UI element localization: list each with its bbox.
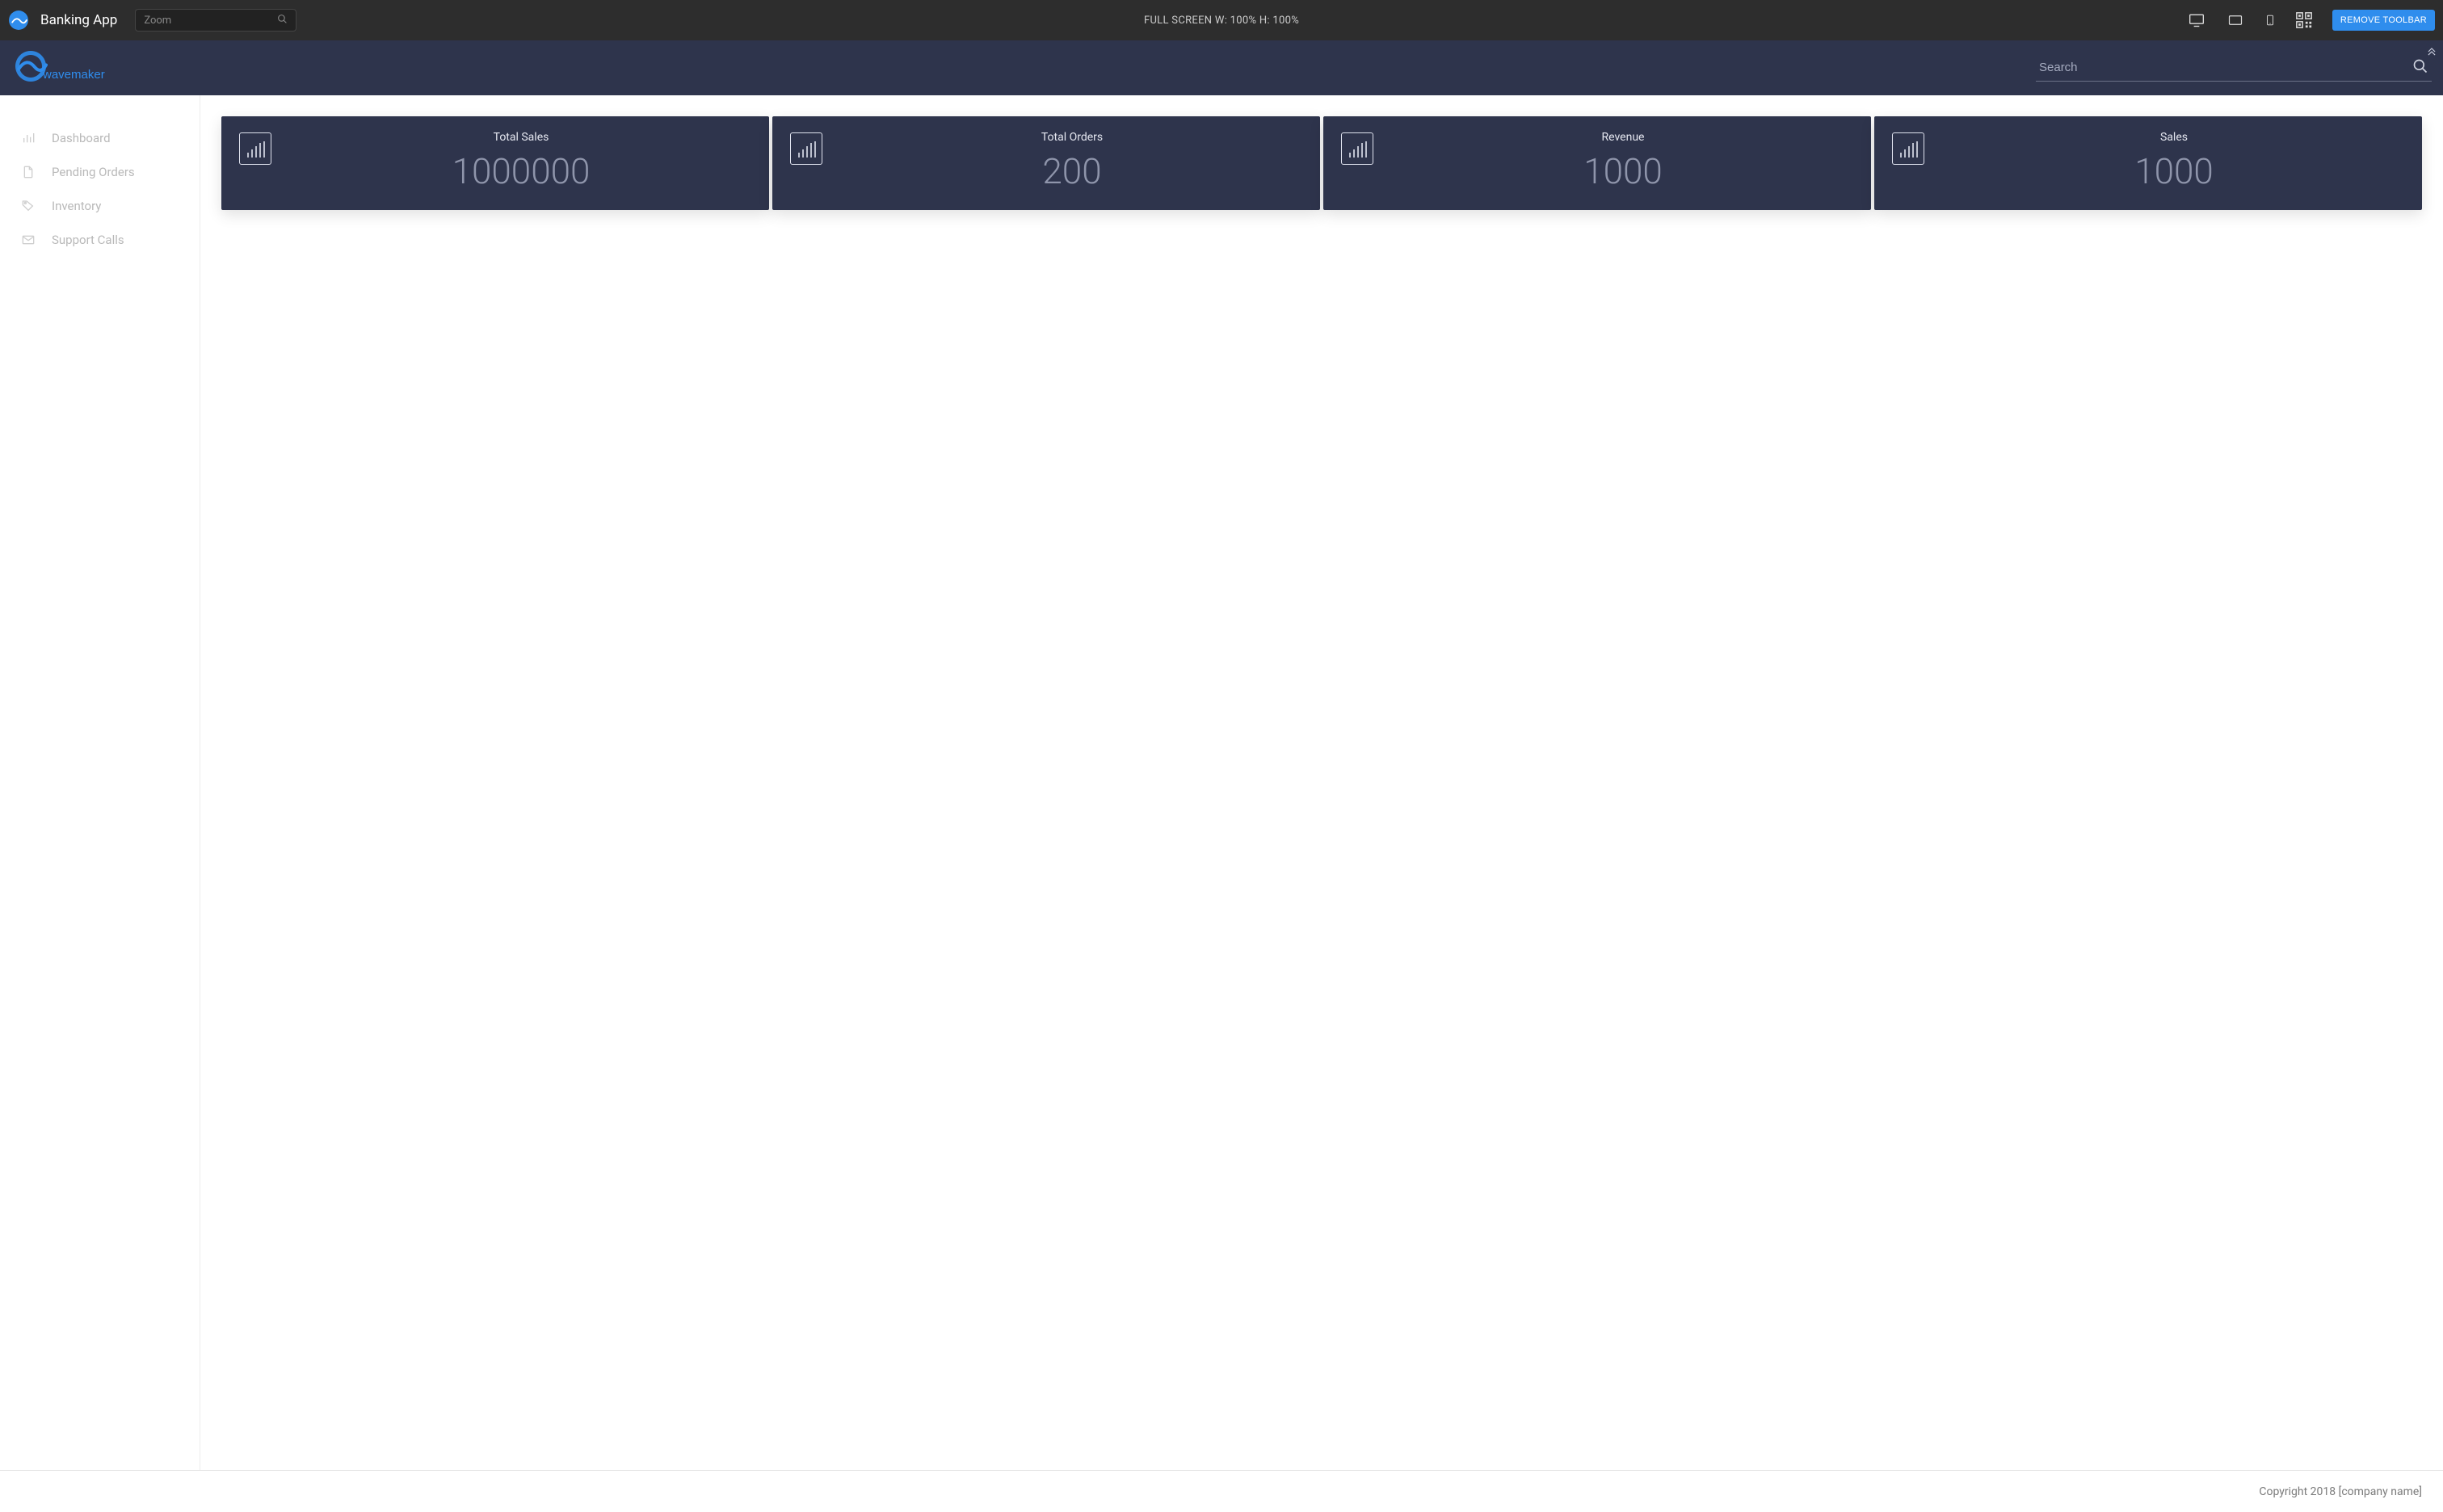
- card-title: Revenue: [1391, 131, 1855, 144]
- card-total-sales: Total Sales 1000000: [221, 116, 769, 210]
- mobile-icon[interactable]: [2264, 11, 2276, 29]
- card-title: Sales: [1942, 131, 2406, 144]
- footer: Copyright 2018 [company name]: [0, 1470, 2443, 1512]
- card-body: Total Sales 1000000: [289, 131, 753, 189]
- qr-code-icon[interactable]: [2295, 11, 2313, 29]
- card-value: 1000000: [289, 153, 753, 189]
- dev-toolbar-left: Banking App Zoom: [8, 9, 296, 32]
- desktop-icon[interactable]: [2187, 12, 2206, 28]
- bar-chart-icon: [790, 132, 822, 165]
- tablet-icon[interactable]: [2226, 13, 2245, 27]
- card-value: 200: [840, 153, 1304, 189]
- mail-icon: [21, 233, 36, 247]
- content: Total Sales 1000000 Total Orders 200: [200, 95, 2443, 1470]
- copyright-text: Copyright 2018 [company name]: [2259, 1485, 2422, 1498]
- sidebar-item-label: Pending Orders: [52, 165, 190, 179]
- search-icon[interactable]: [2412, 58, 2428, 78]
- search-input[interactable]: [2036, 54, 2432, 82]
- remove-toolbar-button[interactable]: REMOVE TOOLBAR: [2332, 10, 2435, 31]
- main: Dashboard Pending Orders Inventory Suppo…: [0, 95, 2443, 1470]
- sidebar-item-dashboard[interactable]: Dashboard: [0, 121, 200, 155]
- brand-text: wavemaker: [42, 68, 105, 82]
- file-icon: [21, 165, 36, 179]
- bar-chart-icon: [1341, 132, 1373, 165]
- card-title: Total Sales: [289, 131, 753, 144]
- card-value: 1000: [1391, 153, 1855, 189]
- collapse-up-icon[interactable]: [2424, 44, 2440, 60]
- dev-toolbar-right: REMOVE TOOLBAR: [2187, 10, 2435, 31]
- tag-icon: [21, 199, 36, 213]
- sidebar-item-inventory[interactable]: Inventory: [0, 189, 200, 223]
- sidebar: Dashboard Pending Orders Inventory Suppo…: [0, 95, 200, 1470]
- card-body: Sales 1000: [1942, 131, 2406, 189]
- sidebar-item-label: Support Calls: [52, 233, 190, 247]
- app-header: wavemaker: [0, 40, 2443, 95]
- zoom-input[interactable]: Zoom: [135, 9, 296, 32]
- sidebar-item-label: Dashboard: [52, 131, 190, 145]
- card-total-orders: Total Orders 200: [772, 116, 1320, 210]
- card-sales: Sales 1000: [1874, 116, 2422, 210]
- bar-chart-icon: [1892, 132, 1924, 165]
- bar-chart-icon: [21, 131, 36, 145]
- zoom-placeholder: Zoom: [144, 15, 171, 27]
- search-icon: [277, 14, 288, 27]
- card-title: Total Orders: [840, 131, 1304, 144]
- sidebar-item-pending-orders[interactable]: Pending Orders: [0, 155, 200, 189]
- cards-row: Total Sales 1000000 Total Orders 200: [221, 116, 2422, 210]
- sidebar-item-label: Inventory: [52, 199, 190, 213]
- card-body: Total Orders 200: [840, 131, 1304, 189]
- brand[interactable]: wavemaker: [11, 47, 124, 89]
- card-body: Revenue 1000: [1391, 131, 1855, 189]
- wavemaker-logo-icon: [8, 10, 29, 31]
- bar-chart-icon: [239, 132, 271, 165]
- card-revenue: Revenue 1000: [1323, 116, 1871, 210]
- card-value: 1000: [1942, 153, 2406, 189]
- search-wrap: [2036, 54, 2432, 82]
- app-name: Banking App: [40, 12, 117, 28]
- dev-toolbar: Banking App Zoom FULL SCREEN W: 100% H: …: [0, 0, 2443, 40]
- viewport-status: FULL SCREEN W: 100% H: 100%: [1144, 15, 1299, 27]
- sidebar-item-support-calls[interactable]: Support Calls: [0, 223, 200, 257]
